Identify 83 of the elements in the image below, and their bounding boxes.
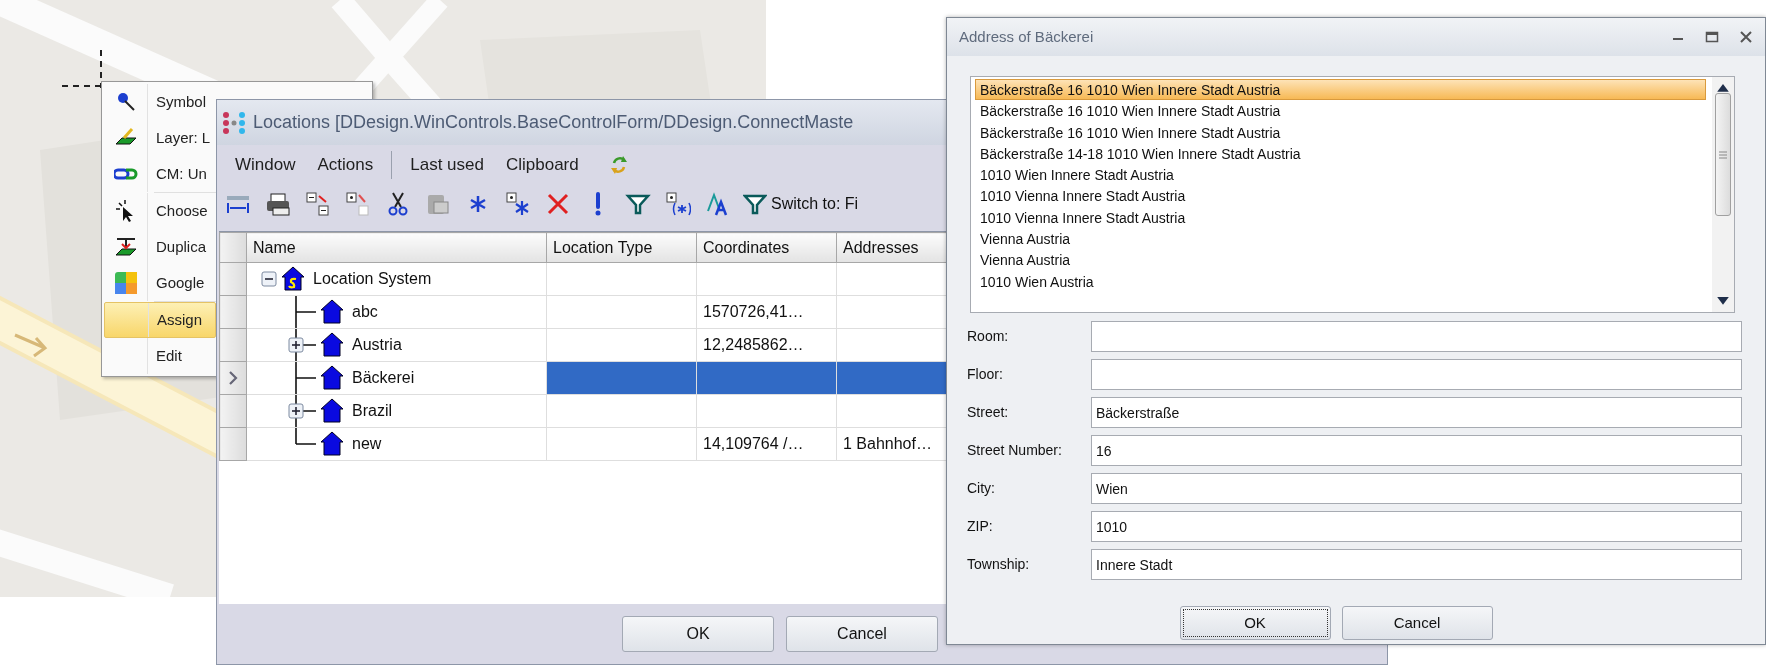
menu-item[interactable]: Choose <box>104 193 216 229</box>
scrollbar[interactable] <box>1712 77 1734 312</box>
field-label: ZIP: <box>967 517 994 536</box>
menu-item[interactable]: Google <box>104 265 216 301</box>
list-item[interactable]: Bäckerstraße 16 1010 Wien Innere Stadt Austria <box>975 121 1706 143</box>
window-title: Locations [DDesign.WinControls.BaseControlForm/DDesign.ConnectMaste <box>253 111 854 134</box>
menu-item[interactable]: Assign <box>104 302 216 338</box>
list-item[interactable]: Bäckerstraße 16 1010 Wien Innere Stadt Austria <box>975 100 1706 122</box>
input-field[interactable]: 16 <box>1091 435 1742 466</box>
expander-icon[interactable] <box>288 337 304 353</box>
list-item[interactable]: 1010 Wien Innere Stadt Austria <box>975 164 1706 186</box>
tree-line <box>295 362 317 394</box>
map-icon <box>113 271 138 295</box>
list-item[interactable]: 1010 Wien Austria <box>975 270 1706 292</box>
menu-item[interactable]: Edit <box>104 338 216 374</box>
tree-item-label[interactable]: Brazil <box>352 399 392 423</box>
node-filter-icon[interactable] <box>665 191 691 217</box>
menu-item[interactable]: Layer: L <box>104 120 216 156</box>
house-icon <box>320 365 344 391</box>
table-cell: 1570726,41… <box>703 303 804 320</box>
app-logo-icon <box>221 109 247 136</box>
field-label: Room: <box>967 327 1010 346</box>
input-field[interactable] <box>1091 321 1742 352</box>
refresh-icon[interactable] <box>608 154 629 176</box>
input-field[interactable]: 1010 <box>1091 511 1742 542</box>
column-header[interactable]: Location Type <box>546 232 697 263</box>
maximize-icon[interactable] <box>1705 30 1719 44</box>
list-item[interactable]: 1010 Vienna Innere Stadt Austria <box>975 185 1706 207</box>
column-header[interactable]: Coordinates <box>696 232 837 263</box>
list-item[interactable]: Bäckerstraße 14-18 1010 Wien Innere Stadt Austria <box>975 142 1706 165</box>
tree-item-label[interactable]: abc <box>352 300 378 324</box>
input-field[interactable]: Innere Stadt <box>1091 549 1742 580</box>
menu-item[interactable]: Duplica <box>104 229 216 265</box>
window-title: Address of Bäckerei <box>959 26 1094 47</box>
dialog-button[interactable]: Cancel <box>786 616 938 652</box>
filter-icon <box>743 192 767 216</box>
menu-item[interactable]: Window <box>225 148 306 182</box>
delete-icon[interactable] <box>545 191 571 217</box>
table-cell: 12,2485862… <box>703 336 804 353</box>
row-pointer-icon <box>227 370 239 386</box>
house-icon <box>320 398 344 424</box>
grip-icon <box>1718 149 1728 160</box>
column-header[interactable]: Name <box>246 232 547 263</box>
house-icon <box>320 431 344 457</box>
field-label: City: <box>967 479 996 498</box>
house-icon <box>281 266 305 292</box>
address-list[interactable] <box>970 76 1735 313</box>
node-asterisk-icon[interactable] <box>505 191 531 217</box>
list-item[interactable]: Bäckerstraße 16 1010 Wien Innere Stadt Austria <box>975 79 1706 101</box>
printer-icon[interactable] <box>265 191 291 217</box>
dialog-button[interactable]: Cancel <box>1341 606 1493 640</box>
input-field[interactable]: Wien <box>1091 473 1742 504</box>
input-field[interactable]: Bäckerstraße <box>1091 397 1742 428</box>
duplicate-icon <box>113 235 138 259</box>
menu-item[interactable]: CM: Un <box>104 156 216 192</box>
house-icon <box>320 332 344 358</box>
menu-item[interactable]: Clipboard <box>495 148 589 182</box>
field-label: Floor: <box>967 365 1004 384</box>
menu-item[interactable]: Last used <box>400 148 494 182</box>
input-field[interactable] <box>1091 359 1742 390</box>
tree-item-label[interactable]: Bäckerei <box>352 366 415 390</box>
dialog-button[interactable]: OK <box>1179 606 1331 640</box>
scroll-down-icon[interactable] <box>1716 296 1730 306</box>
row-header <box>219 232 247 263</box>
table-cell: 1 Bahnhof… <box>843 435 932 452</box>
menu-item[interactable]: Actions <box>307 148 384 182</box>
expand-node-icon[interactable] <box>345 191 371 217</box>
dialog-button[interactable]: OK <box>622 616 774 652</box>
house-icon <box>320 299 344 325</box>
list-item[interactable]: 1010 Vienna Innere Stadt Austria <box>975 206 1706 229</box>
field-label: Township: <box>967 555 1031 574</box>
menu-item[interactable]: Symbol <box>104 84 216 120</box>
row-header[interactable] <box>219 361 247 395</box>
tree-item-label[interactable]: new <box>352 432 382 456</box>
tree-line <box>295 296 317 328</box>
switch-button[interactable]: Switch to: Fi <box>743 192 859 216</box>
table-cell: 14,109764 /… <box>703 435 804 452</box>
collapse-node-icon[interactable] <box>305 191 331 217</box>
expander-icon[interactable] <box>288 403 304 419</box>
close-icon[interactable] <box>1739 30 1753 44</box>
tree-item-label[interactable]: Austria <box>352 333 402 357</box>
field-label: Street Number: <box>967 441 1063 460</box>
field-label: Street: <box>967 403 1010 422</box>
